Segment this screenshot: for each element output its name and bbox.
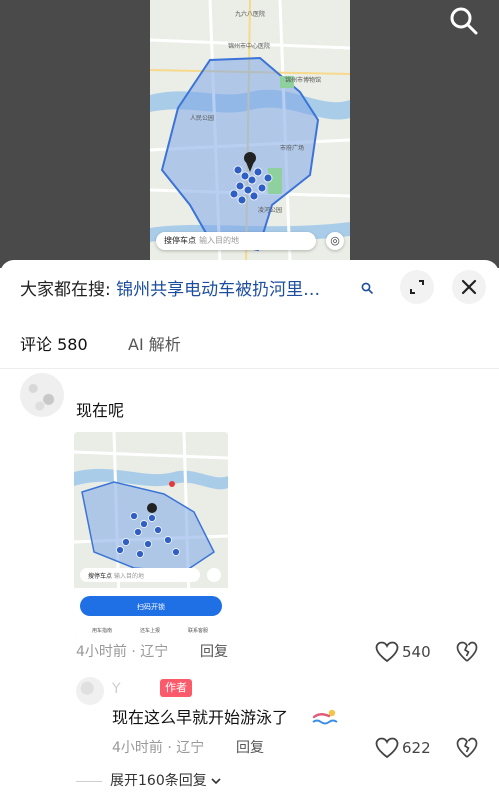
svg-text:市府广场: 市府广场 bbox=[280, 144, 304, 152]
heart-broken-icon[interactable] bbox=[456, 737, 478, 759]
image-search-label: 搜停车点 bbox=[88, 572, 112, 580]
tab-ai-analysis[interactable]: AI 解析 bbox=[128, 333, 181, 357]
close-icon bbox=[461, 279, 477, 295]
svg-text:凌河公园: 凌河公园 bbox=[258, 206, 282, 214]
like-count: 622 bbox=[402, 739, 431, 757]
comment-text: 现在呢 bbox=[76, 401, 125, 420]
expand-replies-button[interactable]: 展开160条回复 bbox=[110, 771, 221, 791]
expand-replies-label: 展开160条回复 bbox=[110, 773, 207, 789]
comment-image[interactable]: 搜停车点 输入目的地 扫码开锁 用车指南 还车上报 联系客服 bbox=[74, 432, 228, 638]
suggestion-link[interactable]: 锦州共享电动车被扔河里… bbox=[116, 280, 320, 300]
image-scan-button: 扫码开锁 bbox=[137, 602, 165, 611]
chevron-down-icon bbox=[211, 778, 221, 785]
svg-text:人民公园: 人民公园 bbox=[190, 115, 214, 122]
heart-icon[interactable] bbox=[375, 641, 399, 663]
like-count: 540 bbox=[402, 643, 431, 661]
image-bottom-item: 还车上报 bbox=[140, 627, 160, 634]
comment-text: 现在这么早就开始游泳了 bbox=[112, 708, 289, 727]
heart-icon[interactable] bbox=[375, 737, 399, 759]
expand-button[interactable] bbox=[400, 270, 434, 304]
map-search-bar: 搜停车点 输入目的地 bbox=[156, 232, 316, 250]
suggestion-prefix: 大家都在搜: bbox=[20, 280, 111, 300]
heart-broken-icon[interactable] bbox=[456, 641, 478, 663]
reply-button[interactable]: 回复 bbox=[236, 738, 264, 758]
close-button[interactable] bbox=[452, 270, 486, 304]
map-search-placeholder: 输入目的地 bbox=[199, 236, 239, 245]
search-icon[interactable] bbox=[449, 6, 479, 36]
author-badge: 作者 bbox=[160, 679, 192, 697]
search-suggestion[interactable]: 大家都在搜: 锦州共享电动车被扔河里… bbox=[20, 278, 370, 302]
swimming-emoji-icon bbox=[312, 709, 338, 725]
svg-text:九六八医院: 九六八医院 bbox=[235, 10, 265, 18]
svg-text:锦州市博物馆: 锦州市博物馆 bbox=[285, 76, 321, 84]
map-search-label: 搜停车点 bbox=[164, 236, 196, 245]
map-graphic: 九六八医院 锦州市中心医院 锦州市博物馆 人民公园 市府广场 凌河公园 bbox=[150, 0, 350, 262]
comment-time: 4小时前 bbox=[76, 644, 127, 660]
image-bottom-item: 联系客服 bbox=[188, 627, 208, 634]
avatar[interactable] bbox=[20, 373, 64, 417]
comment-sheet: 大家都在搜: 锦州共享电动车被扔河里… 评论 580 AI 解析 现在呢 搜停车… bbox=[0, 260, 499, 800]
tab-comments[interactable]: 评论 580 bbox=[20, 333, 88, 357]
reply-button[interactable]: 回复 bbox=[200, 642, 228, 662]
comment-location: 辽宁 bbox=[140, 644, 169, 660]
avatar[interactable] bbox=[76, 677, 104, 705]
video-map-screenshot: 九六八医院 锦州市中心医院 锦州市博物馆 人民公园 市府广场 凌河公园 搜停车点… bbox=[150, 0, 350, 262]
comment-meta: 4小时前 · 辽宁 bbox=[112, 740, 205, 756]
expand-divider bbox=[76, 781, 102, 782]
svg-text:锦州市中心医院: 锦州市中心医院 bbox=[228, 42, 270, 50]
image-bottom-item: 用车指南 bbox=[92, 627, 112, 634]
author-name[interactable]: Y bbox=[112, 681, 123, 697]
video-area[interactable]: 九六八医院 锦州市中心医院 锦州市博物馆 人民公园 市府广场 凌河公园 搜停车点… bbox=[0, 0, 499, 268]
image-search-placeholder: 输入目的地 bbox=[114, 572, 144, 580]
comment-meta: 4小时前 · 辽宁 bbox=[76, 644, 169, 660]
comment-location: 辽宁 bbox=[176, 740, 205, 756]
search-icon[interactable] bbox=[361, 282, 373, 294]
comment-image-map: 搜停车点 输入目的地 扫码开锁 用车指南 还车上报 联系客服 bbox=[74, 432, 228, 638]
locate-icon: ◎ bbox=[326, 232, 344, 250]
tab-divider bbox=[0, 368, 499, 369]
comment-time: 4小时前 bbox=[112, 740, 163, 756]
expand-icon bbox=[410, 280, 424, 294]
